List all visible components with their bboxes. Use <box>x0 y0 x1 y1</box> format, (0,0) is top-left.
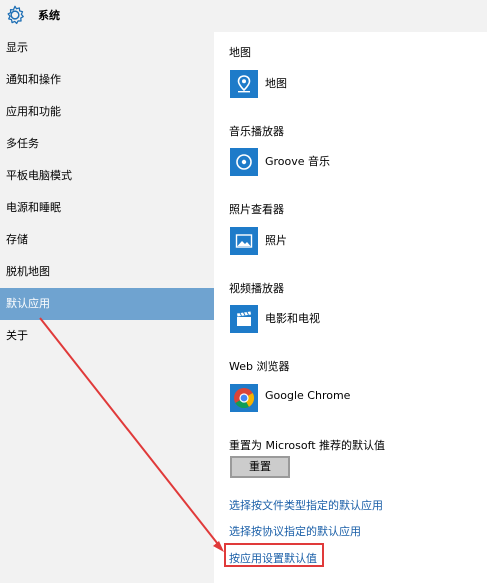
link-by-protocol[interactable]: 选择按协议指定的默认应用 <box>229 523 361 539</box>
photos-icon <box>230 227 258 255</box>
title-bar: 系统 <box>0 0 487 32</box>
sidebar-item-power-sleep[interactable]: 电源和睡眠 <box>0 192 214 224</box>
sidebar-item-apps-features[interactable]: 应用和功能 <box>0 96 214 128</box>
section-heading-maps: 地图 <box>229 46 251 59</box>
app-name: Google Chrome <box>265 389 351 402</box>
sidebar-item-display[interactable]: 显示 <box>0 32 214 64</box>
reset-heading: 重置为 Microsoft 推荐的默认值 <box>229 439 386 452</box>
section-heading-music: 音乐播放器 <box>229 125 284 138</box>
reset-button[interactable]: 重置 <box>230 456 290 478</box>
default-app-browser[interactable]: Google Chrome <box>230 384 470 420</box>
sidebar-item-storage[interactable]: 存储 <box>0 224 214 256</box>
default-app-maps[interactable]: 地图 <box>230 70 470 106</box>
sidebar-item-default-apps[interactable]: 默认应用 <box>0 288 214 320</box>
app-name: 照片 <box>265 234 287 247</box>
section-heading-photos: 照片查看器 <box>229 203 284 216</box>
movies-tv-icon <box>230 305 258 333</box>
gear-icon <box>7 5 24 25</box>
groove-music-icon <box>230 148 258 176</box>
section-heading-browser: Web 浏览器 <box>229 360 290 373</box>
map-pin-icon <box>230 70 258 98</box>
sidebar-item-tablet-mode[interactable]: 平板电脑模式 <box>0 160 214 192</box>
section-heading-video: 视频播放器 <box>229 282 284 295</box>
sidebar: 显示 通知和操作 应用和功能 多任务 平板电脑模式 电源和睡眠 存储 脱机地图 … <box>0 32 214 583</box>
app-name: 地图 <box>265 77 287 90</box>
window-title: 系统 <box>38 9 60 22</box>
sidebar-item-multitasking[interactable]: 多任务 <box>0 128 214 160</box>
chrome-icon <box>230 384 258 412</box>
app-name: Groove 音乐 <box>265 155 331 168</box>
link-by-file-type[interactable]: 选择按文件类型指定的默认应用 <box>229 497 383 513</box>
annotation-highlight-box <box>224 543 324 567</box>
sidebar-item-about[interactable]: 关于 <box>0 320 214 352</box>
app-name: 电影和电视 <box>265 312 320 325</box>
default-app-video[interactable]: 电影和电视 <box>230 305 470 341</box>
default-app-photos[interactable]: 照片 <box>230 227 470 263</box>
sidebar-item-notifications[interactable]: 通知和操作 <box>0 64 214 96</box>
main-content: 地图 地图 音乐播放器 Groove 音乐 照片查看器 照片 视频播放器 电影和… <box>214 32 487 583</box>
default-app-music[interactable]: Groove 音乐 <box>230 148 470 184</box>
sidebar-item-offline-maps[interactable]: 脱机地图 <box>0 256 214 288</box>
